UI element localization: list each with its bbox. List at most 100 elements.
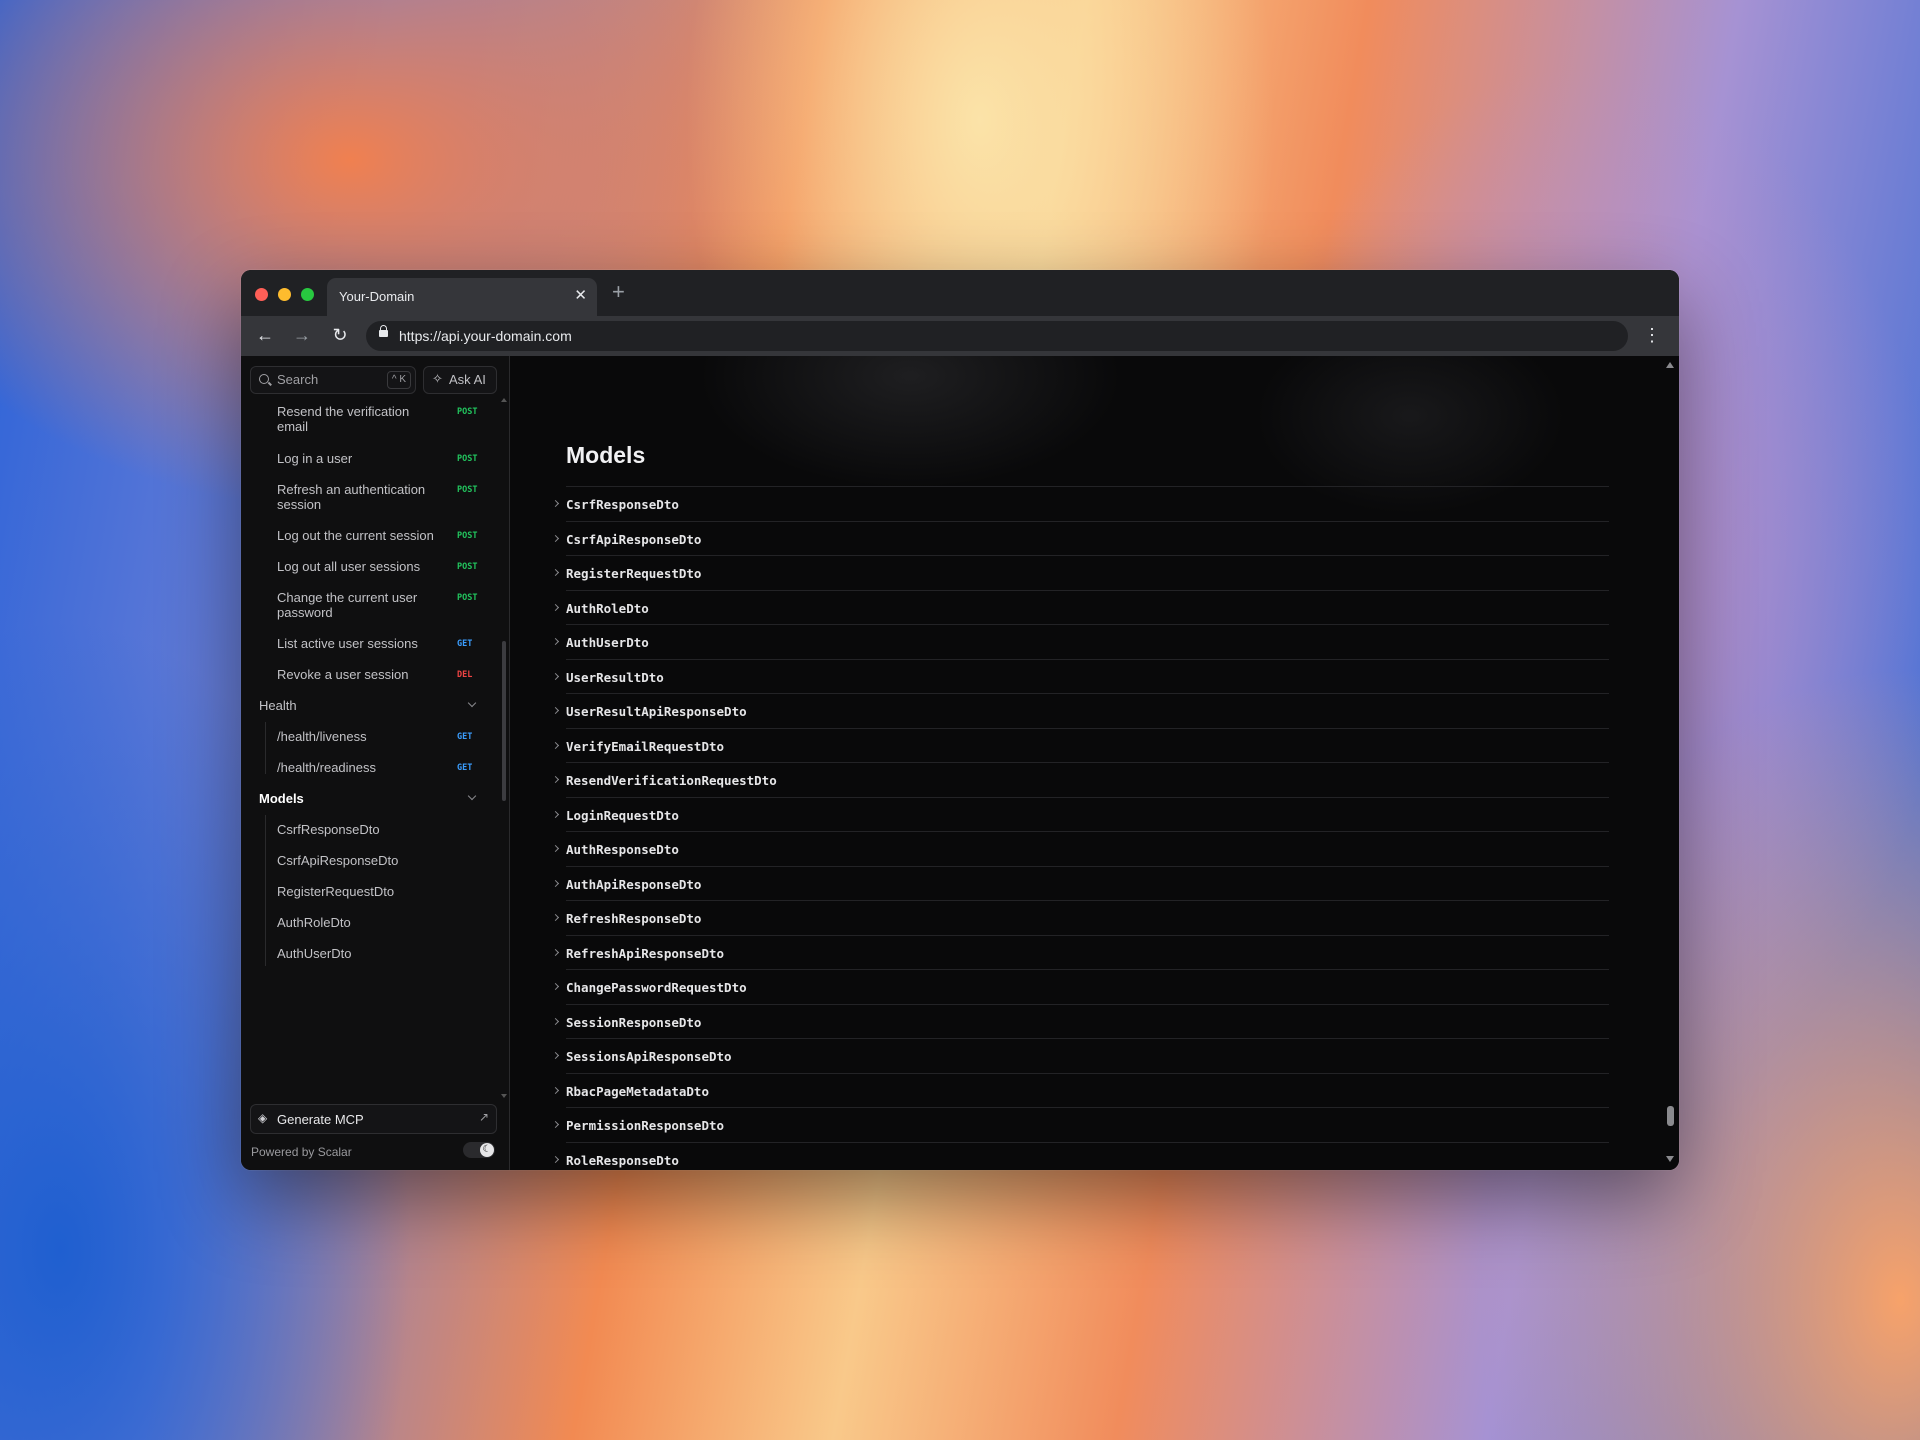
method-badge: GET xyxy=(457,732,473,742)
chevron-right-icon xyxy=(551,672,560,680)
chevron-right-icon xyxy=(551,948,560,956)
method-badge: POST xyxy=(457,562,478,572)
zoom-window-button[interactable] xyxy=(301,288,314,301)
sidebar-item-model[interactable]: AuthUserDto xyxy=(241,946,509,966)
generate-mcp-button[interactable]: ◈ Generate MCP ↗ xyxy=(250,1104,497,1134)
theme-toggle[interactable]: ☾ xyxy=(463,1142,495,1158)
sidebar-item-label: List active user sessions xyxy=(277,636,418,651)
chevron-right-icon xyxy=(551,1155,560,1163)
sidebar-item-label: CsrfResponseDto xyxy=(277,822,380,837)
arrow-up-right-icon: ↗ xyxy=(478,1110,489,1124)
sidebar-item-label: Change the current user password xyxy=(277,590,418,620)
model-name: SessionResponseDto xyxy=(566,1014,702,1030)
new-tab-button[interactable]: + xyxy=(612,280,625,304)
model-name: RefreshResponseDto xyxy=(566,911,702,926)
minimize-window-button[interactable] xyxy=(278,288,291,301)
model-name: AuthResponseDto xyxy=(566,842,679,857)
sidebar-item[interactable]: /health/readiness GET xyxy=(241,760,509,780)
sidebar-group-health[interactable]: Health xyxy=(241,698,509,718)
model-row[interactable]: RefreshResponseDto xyxy=(551,900,1609,935)
sidebar-item-model[interactable]: CsrfResponseDto xyxy=(241,822,509,842)
model-row[interactable]: AuthRoleDto xyxy=(551,589,1609,625)
model-name: AuthUserDto xyxy=(566,635,649,650)
model-row[interactable]: AuthResponseDto xyxy=(551,831,1609,866)
sidebar-item-model[interactable]: CsrfApiResponseDto xyxy=(241,853,509,873)
model-row[interactable]: UserResultDto xyxy=(551,658,1609,694)
chevron-down-icon xyxy=(467,791,477,801)
model-row[interactable]: AuthUserDto xyxy=(551,624,1609,659)
search-shortcut-badge: ^ K xyxy=(386,371,411,389)
sidebar-scroll-down-arrow[interactable] xyxy=(501,1094,507,1098)
sidebar-scrollbar-thumb[interactable] xyxy=(502,641,506,801)
address-bar[interactable]: https://api.your-domain.com xyxy=(366,321,1628,351)
model-row[interactable]: ResendVerificationRequestDto xyxy=(551,762,1609,797)
model-row[interactable]: CsrfResponseDto xyxy=(551,486,1609,521)
chevron-right-icon xyxy=(551,810,560,818)
model-row[interactable]: SessionResponseDto xyxy=(551,1003,1609,1039)
search-input[interactable]: Search ^ K xyxy=(250,366,416,394)
model-row[interactable]: AuthApiResponseDto xyxy=(551,865,1609,901)
model-row[interactable]: RegisterRequestDto xyxy=(551,555,1609,590)
model-name: RefreshApiResponseDto xyxy=(566,945,725,961)
sidebar-item[interactable]: Log out the current session POST xyxy=(241,528,509,548)
model-row[interactable]: RoleResponseDto xyxy=(551,1141,1609,1171)
model-name: ChangePasswordRequestDto xyxy=(566,980,747,995)
sidebar-item-label: /health/readiness xyxy=(277,760,377,775)
sidebar-item-model[interactable]: RegisterRequestDto xyxy=(241,884,509,904)
ask-ai-button[interactable]: ✧ Ask AI xyxy=(423,366,497,394)
method-badge: POST xyxy=(457,593,478,603)
model-name: RoleResponseDto xyxy=(566,1152,679,1168)
main-scroll-up-arrow[interactable] xyxy=(1666,362,1674,368)
sidebar-item[interactable]: Resend the verification email POST xyxy=(241,404,509,434)
sidebar-scroll-up-arrow[interactable] xyxy=(501,398,507,402)
model-row[interactable]: ChangePasswordRequestDto xyxy=(551,969,1609,1004)
sidebar-item[interactable]: Revoke a user session DEL xyxy=(241,667,509,687)
method-badge: GET xyxy=(457,763,473,773)
browser-tab[interactable]: Your-Domain ✕ xyxy=(327,278,597,316)
model-row[interactable]: SessionsApiResponseDto xyxy=(551,1038,1609,1073)
sidebar-item[interactable]: Log in a user POST xyxy=(241,451,509,471)
chevron-right-icon xyxy=(551,1051,560,1060)
model-row[interactable]: UserResultApiResponseDto xyxy=(551,693,1609,728)
model-name: PermissionResponseDto xyxy=(566,1118,725,1133)
model-row[interactable]: RefreshApiResponseDto xyxy=(551,934,1609,970)
close-icon[interactable]: ✕ xyxy=(574,287,587,305)
model-row[interactable]: CsrfApiResponseDto xyxy=(551,520,1609,556)
sidebar-item-label: Resend the verification email xyxy=(277,404,410,434)
sidebar-item-label: /health/liveness xyxy=(277,729,367,744)
lock-icon xyxy=(379,325,388,337)
sidebar-item-model[interactable]: AuthRoleDto xyxy=(241,915,509,935)
kebab-menu-icon[interactable]: ⋮ xyxy=(1643,325,1661,345)
sidebar-group-models[interactable]: Models xyxy=(241,791,509,811)
main-scrollbar-thumb[interactable] xyxy=(1667,1106,1674,1126)
title-bar: Your-Domain ✕ + xyxy=(241,270,1679,316)
model-row[interactable]: LoginRequestDto xyxy=(551,796,1609,832)
model-row[interactable]: RbacPageMetadataDto xyxy=(551,1072,1609,1108)
powered-by-link[interactable]: Powered by Scalar xyxy=(251,1145,352,1159)
chevron-right-icon xyxy=(551,568,560,577)
model-name: AuthRoleDto xyxy=(566,600,649,616)
reload-icon[interactable]: ↻ xyxy=(329,324,351,346)
url-text: https://api.your-domain.com xyxy=(399,328,572,344)
model-row[interactable]: VerifyEmailRequestDto xyxy=(551,727,1609,763)
search-icon xyxy=(259,374,269,384)
chevron-right-icon xyxy=(551,844,560,853)
chevron-right-icon xyxy=(551,775,560,784)
sidebar-item-label: Refresh an authentication session xyxy=(277,482,426,512)
sidebar-item-label: AuthRoleDto xyxy=(277,915,351,930)
sidebar-item-label: RegisterRequestDto xyxy=(277,884,395,899)
sidebar-item[interactable]: /health/liveness GET xyxy=(241,729,509,749)
sidebar-item[interactable]: List active user sessions GET xyxy=(241,636,509,656)
sidebar-item[interactable]: Change the current user password POST xyxy=(241,590,509,620)
forward-arrow-icon[interactable]: → xyxy=(291,324,313,346)
back-arrow-icon[interactable]: ← xyxy=(254,324,276,346)
sidebar-item-label: Revoke a user session xyxy=(277,667,409,682)
sidebar-item[interactable]: Log out all user sessions POST xyxy=(241,559,509,579)
model-name: ResendVerificationRequestDto xyxy=(566,773,777,788)
close-window-button[interactable] xyxy=(255,288,268,301)
sidebar-item-label: Log out all user sessions xyxy=(277,559,421,574)
main-scroll-down-arrow[interactable] xyxy=(1666,1156,1674,1162)
method-badge: POST xyxy=(457,485,478,495)
sidebar-item[interactable]: Refresh an authentication session POST xyxy=(241,482,509,512)
model-row[interactable]: PermissionResponseDto xyxy=(551,1107,1609,1142)
